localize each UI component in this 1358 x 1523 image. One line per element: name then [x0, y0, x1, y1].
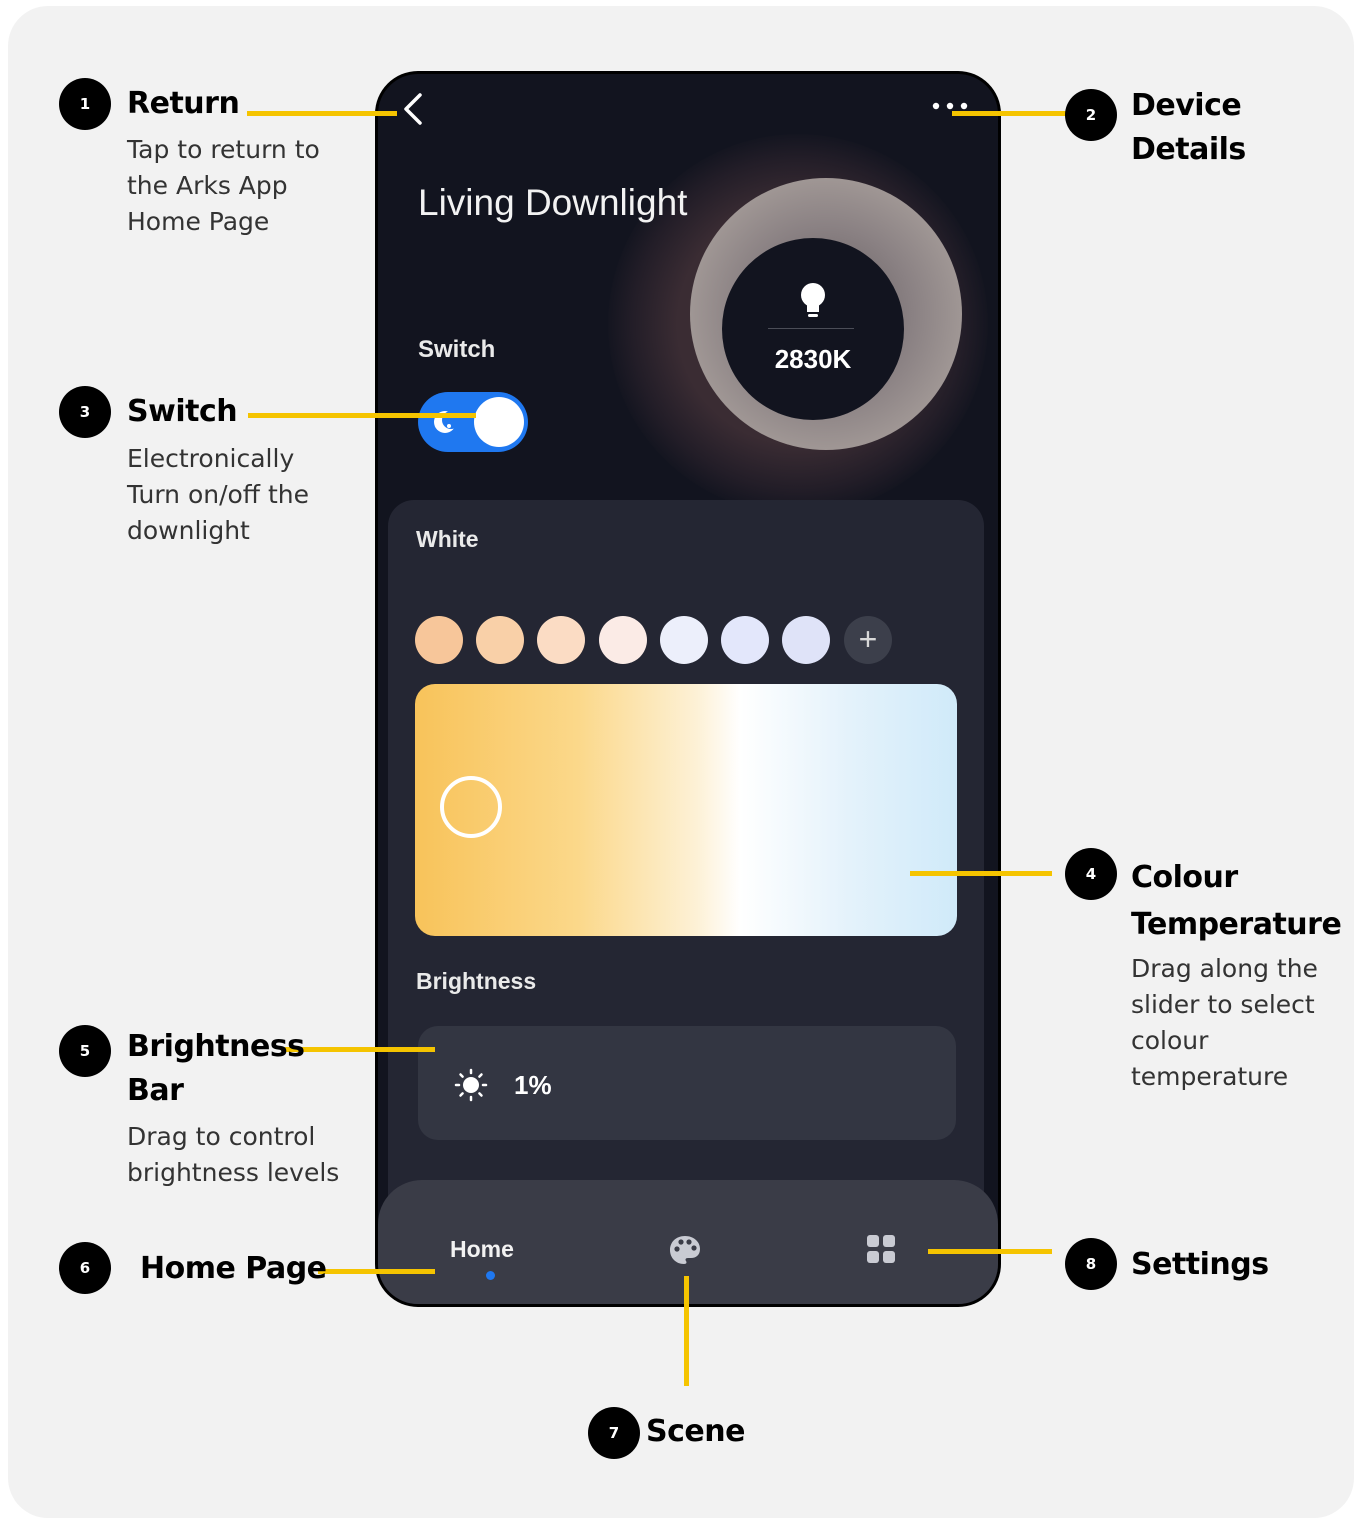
callout-desc-brightness-bar: Drag to control brightness levels [127, 1122, 340, 1187]
callout-desc-return: Tap to return to the Arks App Home Page [127, 135, 320, 236]
callout-line-scene [684, 1276, 689, 1386]
callout-title-return: Return [127, 86, 240, 121]
callout-number-3: 3 [59, 386, 111, 438]
plus-icon: + [858, 621, 878, 657]
power-toggle[interactable] [418, 392, 528, 452]
sun-icon [454, 1068, 488, 1102]
callout-line-home [318, 1269, 435, 1274]
preset-swatch[interactable] [721, 616, 769, 664]
preset-swatch[interactable] [782, 616, 830, 664]
preset-swatch[interactable] [660, 616, 708, 664]
callout-line-settings [928, 1249, 1052, 1254]
phone-screen: 2830K Living Downlight Switch White + Br… [378, 74, 998, 1304]
color-temperature-value: 2830K [774, 344, 852, 374]
white-label: White [416, 526, 479, 552]
callout-title-device-details: Device Details [1131, 88, 1246, 167]
callout-line-switch [248, 413, 476, 418]
switch-label: Switch [418, 336, 496, 363]
callout-line-colour-temperature [910, 871, 1052, 876]
back-chevron-icon[interactable] [400, 92, 426, 126]
callout-number-5: 5 [59, 1025, 111, 1077]
callout-desc-switch: Electronically Turn on/off the downlight [127, 444, 310, 545]
callout-number-4: 4 [1065, 848, 1117, 900]
brightness-value: 1% [514, 1070, 552, 1100]
nav-home[interactable]: Home [450, 1236, 514, 1263]
callout-title-switch: Switch [127, 394, 238, 429]
callout-title-home-page: Home Page [140, 1251, 327, 1286]
device-title: Living Downlight [418, 182, 688, 223]
callout-title-settings: Settings [1131, 1247, 1269, 1282]
color-temperature-handle[interactable] [440, 776, 502, 838]
preset-swatch[interactable] [599, 616, 647, 664]
nav-active-indicator [486, 1271, 495, 1280]
callout-number-7: 7 [588, 1407, 640, 1459]
lightbulb-icon [801, 283, 825, 317]
dial-divider [768, 328, 854, 329]
palette-icon[interactable] [668, 1234, 702, 1266]
callout-title-colour-temperature: Colour Temperature [1131, 860, 1342, 942]
callout-title-scene: Scene [646, 1414, 745, 1449]
callout-number-6: 6 [59, 1242, 111, 1294]
callout-line-return [247, 111, 397, 116]
brightness-label: Brightness [416, 968, 537, 994]
grid-icon[interactable] [866, 1234, 896, 1264]
callout-line-device-details [952, 111, 1067, 116]
preset-swatch[interactable] [476, 616, 524, 664]
brightness-slider[interactable] [418, 1026, 956, 1140]
toggle-knob [474, 397, 524, 447]
preset-swatch[interactable] [537, 616, 585, 664]
callout-line-brightness [285, 1047, 435, 1052]
preset-swatch[interactable] [415, 616, 463, 664]
add-preset-button[interactable]: + [844, 616, 892, 664]
temperature-dial-center [722, 238, 904, 420]
callout-number-8: 8 [1065, 1238, 1117, 1290]
callout-number-1: 1 [59, 78, 111, 130]
callout-number-2: 2 [1065, 89, 1117, 141]
callout-title-brightness-bar: Brightness Bar [127, 1029, 305, 1108]
callout-desc-colour-temperature: Drag along the slider to select colour temp… [1131, 954, 1318, 1091]
